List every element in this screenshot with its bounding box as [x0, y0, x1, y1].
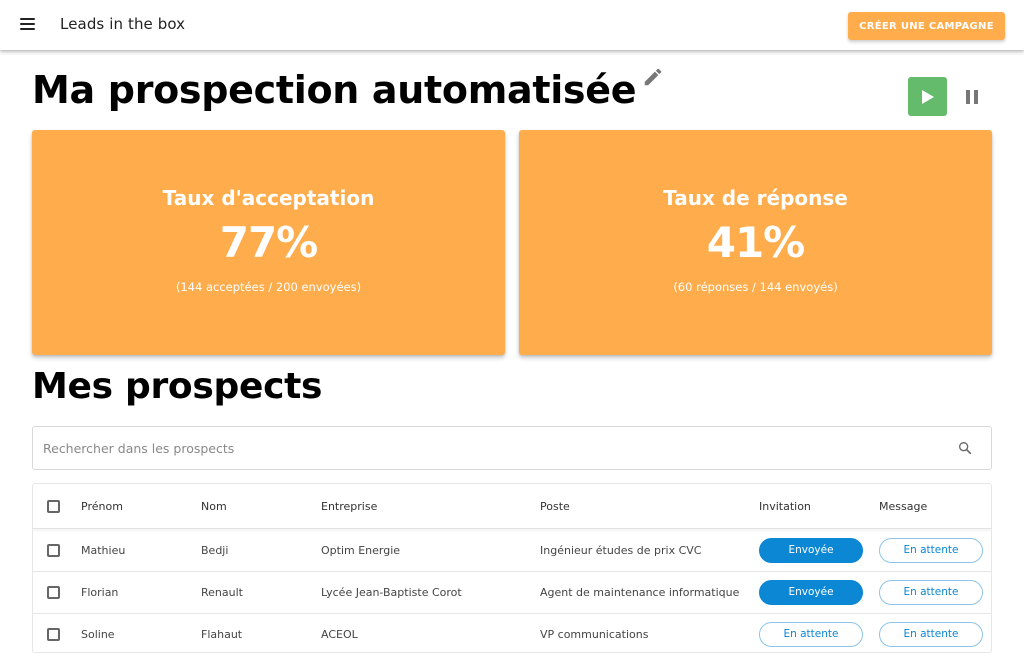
prospects-title: Mes prospects [32, 366, 323, 407]
column-header-nom[interactable]: Nom [201, 500, 227, 513]
page-title: Ma prospection automatisée [32, 68, 637, 112]
column-header-prenom[interactable]: Prénom [81, 500, 123, 513]
cell-poste: Agent de maintenance informatique [540, 586, 740, 599]
select-all-checkbox[interactable] [47, 500, 60, 513]
stat-detail: (60 réponses / 144 envoyés) [673, 280, 838, 294]
column-header-invitation[interactable]: Invitation [759, 500, 811, 513]
column-header-poste[interactable]: Poste [540, 500, 570, 513]
stat-label: Taux de réponse [663, 186, 848, 210]
search-input[interactable] [43, 427, 923, 469]
stat-value: 41% [706, 218, 806, 267]
invitation-status-badge[interactable]: En attente [759, 622, 863, 647]
stat-label: Taux d'acceptation [162, 186, 375, 210]
cell-prenom: Florian [81, 586, 119, 599]
message-status-badge[interactable]: En attente [879, 622, 983, 647]
app-title: Leads in the box [60, 15, 186, 33]
column-header-message[interactable]: Message [879, 500, 927, 513]
message-status-badge[interactable]: En attente [879, 580, 983, 605]
cell-poste: Ingénieur études de prix CVC [540, 544, 702, 557]
row-checkbox[interactable] [47, 628, 60, 641]
search-box [32, 426, 992, 470]
acceptance-rate-card: Taux d'acceptation 77% (144 acceptées / … [32, 130, 505, 355]
cell-nom: Flahaut [201, 628, 243, 641]
cell-prenom: Mathieu [81, 544, 126, 557]
column-header-entreprise[interactable]: Entreprise [321, 500, 377, 513]
menu-icon[interactable] [20, 18, 35, 31]
prospects-table: Prénom Nom Entreprise Poste Invitation M… [32, 483, 992, 653]
table-row[interactable]: Mathieu Bedji Optim Energie Ingénieur ét… [33, 530, 991, 572]
search-icon[interactable] [957, 440, 973, 456]
cell-poste: VP communications [540, 628, 649, 641]
invitation-status-badge[interactable]: Envoyée [759, 580, 863, 605]
cell-nom: Bedji [201, 544, 229, 557]
pause-icon [966, 90, 970, 104]
table-header: Prénom Nom Entreprise Poste Invitation M… [33, 484, 991, 529]
cell-nom: Renault [201, 586, 243, 599]
play-icon [921, 89, 934, 104]
cell-entreprise: Lycée Jean-Baptiste Corot [321, 586, 462, 599]
row-checkbox[interactable] [47, 586, 60, 599]
stat-detail: (144 acceptées / 200 envoyées) [175, 280, 362, 294]
table-row[interactable]: Florian Renault Lycée Jean-Baptiste Coro… [33, 572, 991, 614]
table-row[interactable]: Soline Flahaut ACEOL VP communications E… [33, 614, 991, 652]
app-bar: Leads in the box CRÉER UNE CAMPAGNE [0, 0, 1024, 50]
edit-title-icon[interactable] [642, 66, 664, 88]
cell-prenom: Soline [81, 628, 115, 641]
message-status-badge[interactable]: En attente [879, 538, 983, 563]
create-campaign-button[interactable]: CRÉER UNE CAMPAGNE [848, 12, 1005, 40]
stat-value: 77% [219, 218, 319, 267]
invitation-status-badge[interactable]: Envoyée [759, 538, 863, 563]
cell-entreprise: Optim Energie [321, 544, 401, 557]
play-button[interactable] [908, 77, 947, 116]
row-checkbox[interactable] [47, 544, 60, 557]
cell-entreprise: ACEOL [321, 628, 358, 641]
pause-button[interactable] [958, 84, 986, 110]
response-rate-card: Taux de réponse 41% (60 réponses / 144 e… [519, 130, 992, 355]
